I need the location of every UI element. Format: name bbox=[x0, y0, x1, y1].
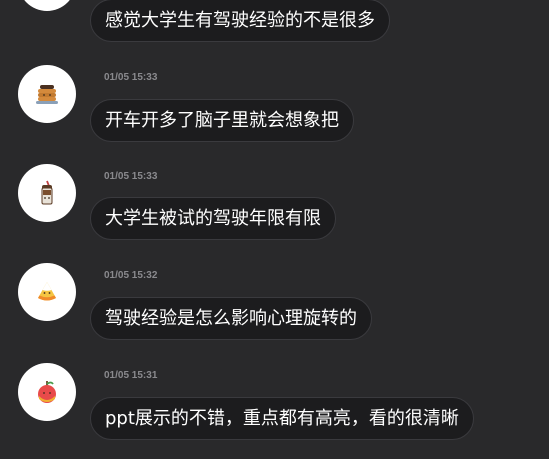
message-text: ppt展示的不错，重点都有高亮，看的很清晰 bbox=[105, 408, 459, 429]
avatar[interactable] bbox=[18, 65, 76, 123]
avatar[interactable] bbox=[18, 0, 76, 11]
message-text: 驾驶经验是怎么影响心理旋转的 bbox=[105, 308, 357, 329]
chat-message: 01/05 15:33 大学生被试的驾驶年限有限 bbox=[0, 162, 549, 262]
pancakes-icon bbox=[36, 85, 58, 104]
message-bubble[interactable]: 驾驶经验是怎么影响心理旋转的 bbox=[90, 297, 372, 340]
message-text: 感觉大学生有驾驶经验的不是很多 bbox=[105, 10, 375, 31]
message-timestamp: 01/05 15:31 bbox=[104, 370, 158, 381]
chocolate-drink-icon bbox=[41, 180, 53, 205]
chat-message: 01/05 15:31 ppt展示的不错，重点都有高亮，看的很清晰 bbox=[0, 362, 549, 459]
message-text: 大学生被试的驾驶年限有限 bbox=[105, 208, 321, 229]
avatar[interactable] bbox=[18, 164, 76, 222]
chat-message: 感觉大学生有驾驶经验的不是很多 bbox=[0, 0, 549, 44]
message-bubble[interactable]: 感觉大学生有驾驶经验的不是很多 bbox=[90, 0, 390, 42]
message-bubble[interactable]: ppt展示的不错，重点都有高亮，看的很清晰 bbox=[90, 397, 474, 440]
message-timestamp: 01/05 15:33 bbox=[104, 72, 158, 83]
chat-message: 01/05 15:33 开车开多了脑子里就会想象把 bbox=[0, 62, 549, 162]
chat-message: 01/05 15:32 驾驶经验是怎么影响心理旋转的 bbox=[0, 262, 549, 362]
candy-apple-icon bbox=[38, 381, 56, 403]
message-text: 开车开多了脑子里就会想象把 bbox=[105, 110, 339, 131]
avatar[interactable] bbox=[18, 263, 76, 321]
message-timestamp: 01/05 15:32 bbox=[104, 270, 158, 281]
candy-corn-icon bbox=[38, 282, 56, 301]
message-bubble[interactable]: 开车开多了脑子里就会想象把 bbox=[90, 99, 354, 142]
message-timestamp: 01/05 15:33 bbox=[104, 171, 158, 182]
chat-message-list[interactable]: 感觉大学生有驾驶经验的不是很多 01/05 15:33 开车开多了脑子里就会想象… bbox=[0, 0, 549, 459]
avatar[interactable] bbox=[18, 363, 76, 421]
message-bubble[interactable]: 大学生被试的驾驶年限有限 bbox=[90, 197, 336, 240]
